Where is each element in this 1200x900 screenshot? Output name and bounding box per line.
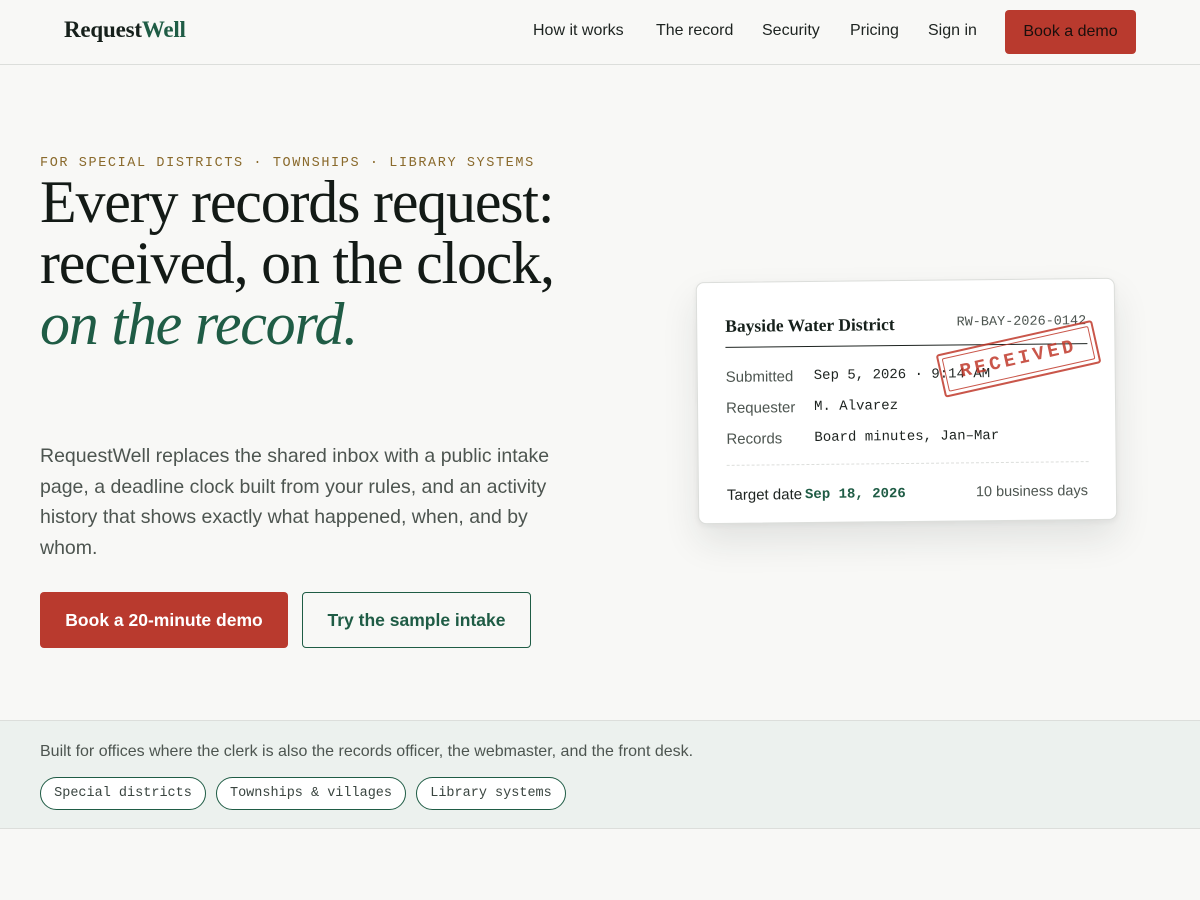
site-header: RequestWell How it works The record Secu… xyxy=(0,0,1200,65)
received-stamp: RECEIVED xyxy=(935,319,1102,398)
target-date-value: Sep 18, 2026 xyxy=(804,486,906,504)
nav-link-how-it-works[interactable]: How it works xyxy=(533,22,624,40)
requester-value: M. Alvarez xyxy=(813,398,899,415)
book-20-minute-demo-button[interactable]: Book a 20-minute demo xyxy=(40,592,288,648)
record-card-dashed-divider xyxy=(726,461,1089,466)
requester-label: Requester xyxy=(725,399,796,417)
chip-special-districts: Special districts xyxy=(40,777,206,810)
nav-link-security[interactable]: Security xyxy=(762,22,820,40)
chip-townships-villages: Townships & villages xyxy=(216,777,406,810)
record-agency: Bayside Water District xyxy=(725,314,895,336)
submitted-label: Submitted xyxy=(725,368,794,386)
book-demo-button[interactable]: Book a demo xyxy=(1005,10,1136,54)
hero-headline: Every records request: received, on the … xyxy=(40,172,600,355)
hero-headline-emphasis: on the record. xyxy=(40,291,358,357)
hero-headline-plain: Every records request: received, on the … xyxy=(40,169,555,296)
records-label: Records xyxy=(726,430,783,448)
target-business-days: 10 business days xyxy=(975,483,1089,501)
try-sample-intake-button[interactable]: Try the sample intake xyxy=(302,592,531,648)
records-value: Board minutes, Jan–Mar xyxy=(814,428,1000,446)
hero-lede: RequestWell replaces the shared inbox wi… xyxy=(40,445,550,559)
nav-link-the-record[interactable]: The record xyxy=(656,22,733,40)
built-for-text: Built for offices where the clerk is als… xyxy=(40,743,694,760)
brand-name-accent: Well xyxy=(141,17,186,42)
target-date-label: Target date xyxy=(726,486,803,504)
chip-library-systems: Library systems xyxy=(416,777,566,810)
nav-link-sign-in[interactable]: Sign in xyxy=(928,22,977,40)
received-stamp-text: RECEIVED xyxy=(957,335,1080,383)
nav-link-pricing[interactable]: Pricing xyxy=(850,22,899,40)
built-for-band: Built for offices where the clerk is als… xyxy=(0,720,1200,829)
brand-logo[interactable]: RequestWell xyxy=(64,17,186,43)
record-card: Bayside Water District RW-BAY-2026-0142 … xyxy=(695,277,1118,525)
brand-name-primary: Request xyxy=(64,17,142,42)
